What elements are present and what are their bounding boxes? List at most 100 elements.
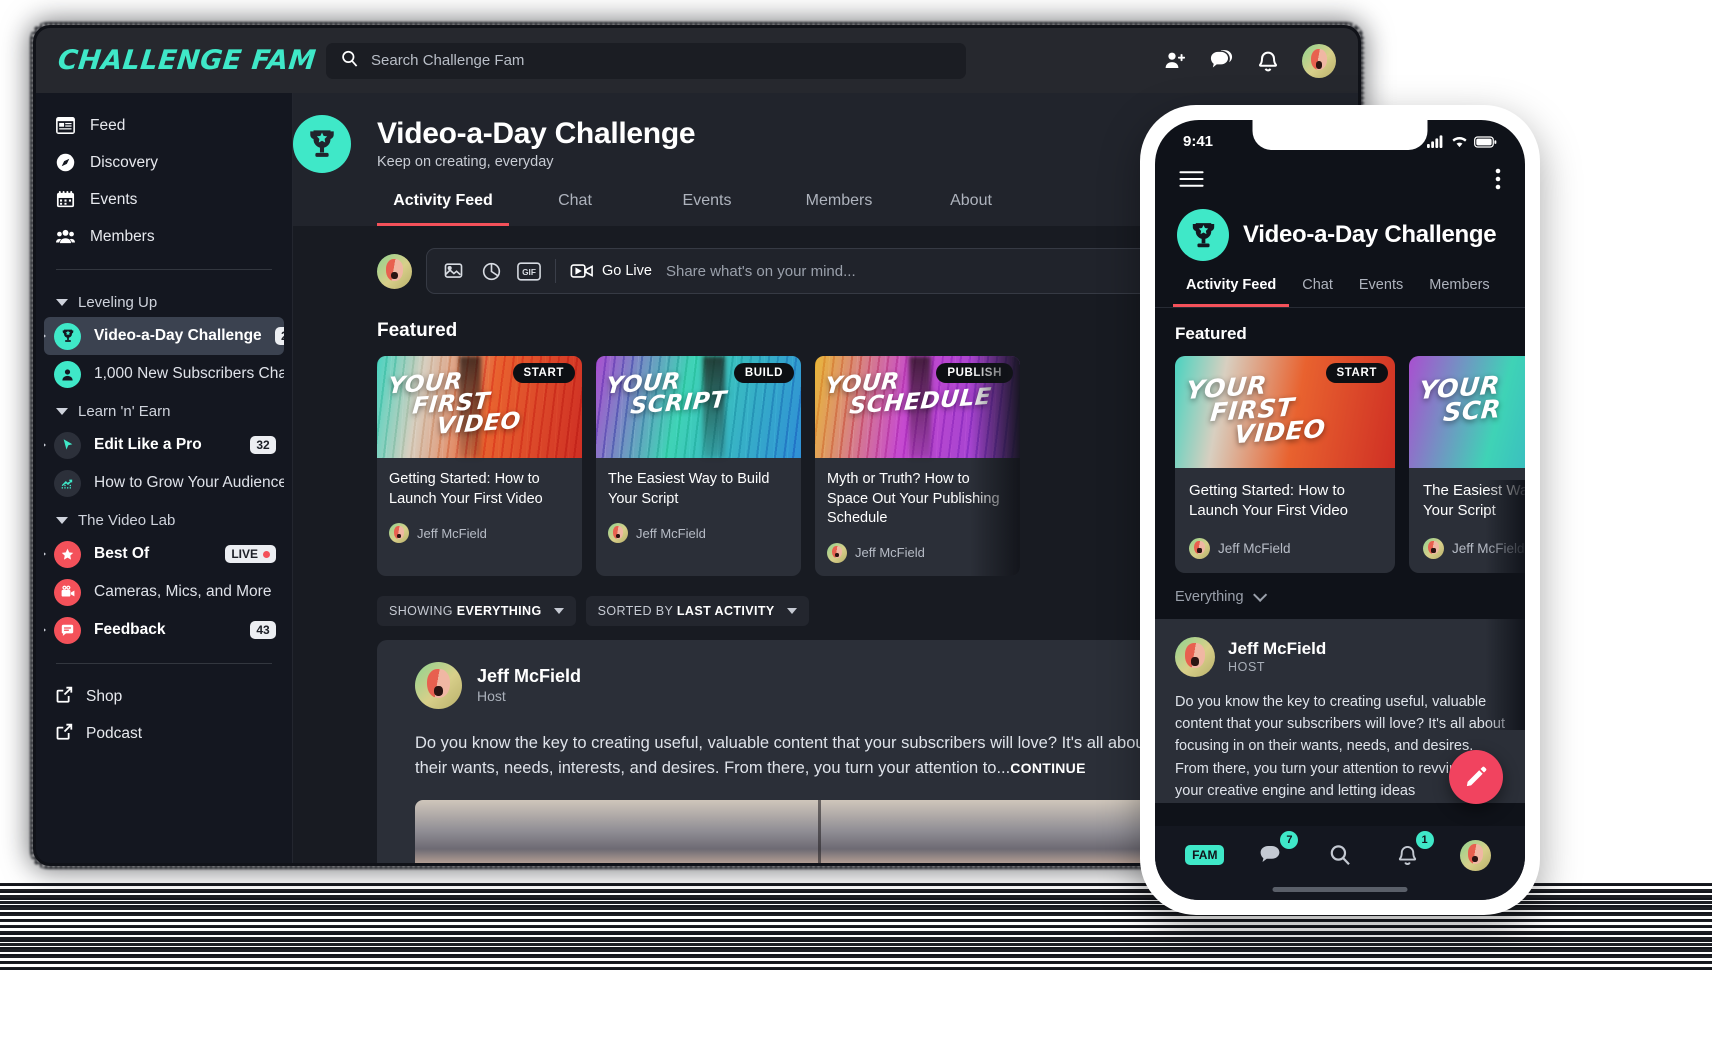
external-link-icon — [56, 686, 73, 708]
status-indicators — [1427, 135, 1497, 148]
sidebar-item-feed[interactable]: Feed — [36, 107, 292, 144]
phone-featured-card[interactable]: YOUR SCR The Easiest Way to Build Your S… — [1409, 356, 1525, 573]
people-icon — [56, 227, 75, 246]
video-camera-icon — [54, 578, 81, 606]
avatar[interactable] — [377, 253, 412, 289]
featured-card[interactable]: YOUR SCHEDULE PUBLISH Myth or Truth? How… — [815, 356, 1020, 576]
featured-card[interactable]: YOUR SCRIPT BUILD The Easiest Way to Bui… — [596, 356, 801, 576]
sidebar-item-label: Discovery — [90, 153, 159, 171]
search-icon — [340, 49, 359, 73]
sorted-label: SORTED BY — [597, 603, 673, 618]
card-author-name: Jeff McField — [636, 525, 706, 541]
calendar-icon — [56, 190, 75, 209]
sidebar-item-discovery[interactable]: Discovery — [36, 144, 292, 181]
sorted-by-filter[interactable]: SORTED BY LAST ACTIVITY — [585, 595, 809, 626]
profile-tab[interactable] — [1453, 833, 1497, 877]
post-continue-link[interactable]: CONTINUE — [1010, 760, 1086, 776]
notifications-tab[interactable]: 1 — [1386, 831, 1434, 877]
sidebar-group-leveling-up[interactable]: Leveling Up — [36, 284, 292, 317]
sidebar-link-shop[interactable]: Shop — [36, 678, 292, 715]
growth-chart-icon — [54, 469, 81, 497]
hamburger-menu-icon[interactable] — [1179, 170, 1204, 193]
sidebar-channel-1000-new-subscribers[interactable]: 1,000 New Subscribers Cha — [44, 355, 284, 393]
community-subtitle: Keep on creating, everyday — [377, 154, 554, 170]
sidebar-group-label: Learn 'n' Earn — [78, 403, 171, 420]
search-input[interactable] — [371, 52, 952, 69]
phone-tab-activity-feed[interactable]: Activity Feed — [1173, 277, 1290, 307]
card-artwork: YOUR FIRST VIDEO START — [377, 356, 582, 458]
go-live-icon — [570, 264, 593, 278]
phone-community-header: Video-a-Day Challenge — [1155, 195, 1525, 261]
sidebar-channel-cameras-mics-and-more[interactable]: Cameras, Mics, and More — [44, 573, 284, 611]
svg-text:GIF: GIF — [522, 267, 536, 277]
expand-arrow-icon[interactable] — [44, 625, 46, 635]
tab-activity-feed[interactable]: Activity Feed — [377, 192, 509, 226]
phone-tab-members[interactable]: Members — [1416, 277, 1502, 307]
fam-tab[interactable]: FAM — [1183, 833, 1227, 877]
sidebar-item-events[interactable]: Events — [36, 181, 292, 218]
home-indicator — [1272, 887, 1408, 892]
phone-screen: 9:41 Video-a-Day Challenge Activity Feed… — [1155, 120, 1525, 900]
chat-tab[interactable]: 7 — [1250, 831, 1299, 877]
showing-filter[interactable]: SHOWING EVERYTHING — [377, 595, 576, 626]
add-person-icon[interactable] — [1163, 49, 1187, 73]
unread-badge: 43 — [250, 621, 276, 639]
sidebar-link-podcast[interactable]: Podcast — [36, 715, 292, 752]
sidebar-item-label: Members — [90, 227, 155, 245]
avatar — [608, 523, 628, 544]
sidebar-channel-how-to-grow-your-audience[interactable]: How to Grow Your Audience — [44, 464, 284, 502]
avatar[interactable] — [1302, 43, 1336, 78]
featured-card[interactable]: YOUR FIRST VIDEO START Getting Started: … — [377, 356, 582, 576]
battery-icon — [1474, 135, 1497, 148]
poll-icon[interactable] — [479, 259, 503, 283]
sidebar-channel-video-a-day-challenge[interactable]: Video-a-Day Challenge 24 — [44, 317, 284, 355]
search-tab[interactable] — [1318, 833, 1362, 877]
app-logo[interactable]: CHALLENGE FAM — [36, 45, 328, 76]
avatar[interactable] — [415, 661, 462, 709]
phone-mockup: 9:41 Video-a-Day Challenge Activity Feed… — [1140, 105, 1540, 915]
chat-icon[interactable] — [1209, 48, 1234, 73]
more-vertical-icon[interactable] — [1495, 168, 1501, 195]
tab-events[interactable]: Events — [641, 192, 773, 226]
sidebar-channel-best-of[interactable]: Best Of LIVE — [44, 535, 284, 573]
fam-tab-label: FAM — [1185, 845, 1225, 865]
sidebar-channel-edit-like-a-pro[interactable]: Edit Like a Pro 32 — [44, 426, 284, 464]
sidebar-channel-feedback[interactable]: Feedback 43 — [44, 611, 284, 649]
compose-fab-button[interactable] — [1449, 750, 1503, 804]
sidebar-group-learn-n-earn[interactable]: Learn 'n' Earn — [36, 393, 292, 426]
gif-icon[interactable]: GIF — [517, 259, 541, 283]
tab-chat[interactable]: Chat — [509, 192, 641, 226]
star-icon — [54, 540, 81, 568]
live-badge-label: LIVE — [231, 547, 258, 561]
sidebar-channel-label: Video-a-Day Challenge — [94, 327, 262, 344]
tab-members[interactable]: Members — [773, 192, 905, 226]
phone-tab-chat[interactable]: Chat — [1289, 277, 1346, 307]
community-trophy-icon — [1177, 209, 1229, 261]
go-live-button[interactable]: Go Live — [570, 262, 652, 280]
avatar[interactable] — [1459, 839, 1491, 871]
sidebar-channel-label: Best Of — [94, 545, 150, 562]
avatar — [827, 542, 847, 563]
card-author-name: Jeff McField — [1452, 540, 1525, 556]
phone-filter[interactable]: Everything — [1155, 573, 1525, 619]
sidebar-item-members[interactable]: Members — [36, 218, 292, 255]
search-bar[interactable] — [326, 42, 966, 79]
chevron-down-icon — [56, 517, 68, 524]
card-title: Getting Started: How to Launch Your Firs… — [389, 471, 543, 507]
expand-arrow-icon[interactable] — [44, 331, 46, 341]
phone-featured-heading: Featured — [1175, 324, 1247, 343]
post-author-name: Jeff McField — [477, 666, 582, 687]
bell-icon — [1398, 846, 1417, 865]
sidebar-group-the-video-lab[interactable]: The Video Lab — [36, 502, 292, 535]
sidebar-divider-bottom — [56, 663, 272, 664]
person-icon — [54, 360, 81, 388]
avatar[interactable] — [1175, 636, 1215, 677]
bell-icon[interactable] — [1256, 49, 1280, 73]
expand-arrow-icon[interactable] — [44, 549, 46, 559]
phone-tab-events[interactable]: Events — [1346, 277, 1416, 307]
post-author-role: Host — [477, 688, 506, 705]
image-icon[interactable] — [441, 259, 465, 283]
phone-featured-card[interactable]: YOUR FIRST VIDEO START Getting Started: … — [1175, 356, 1395, 573]
tab-about[interactable]: About — [905, 192, 1037, 226]
expand-arrow-icon[interactable] — [44, 440, 46, 450]
